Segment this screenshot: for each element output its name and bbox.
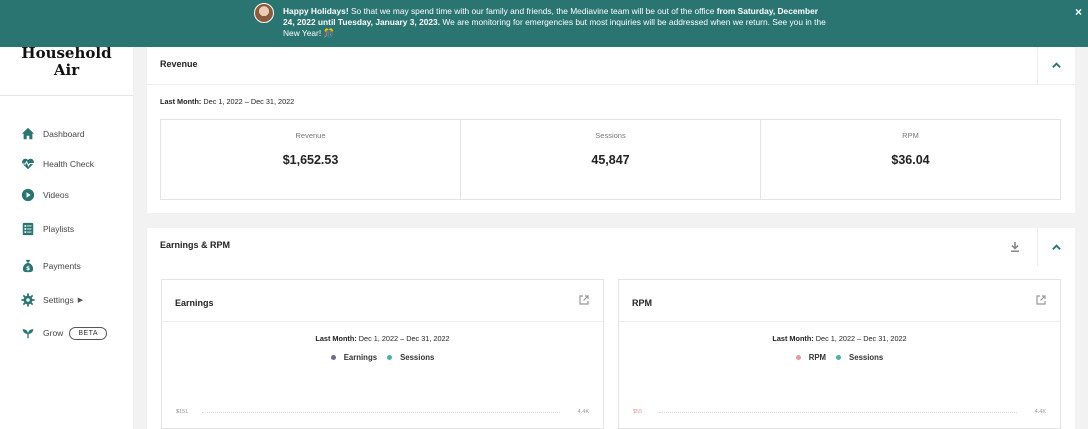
legend-dot	[795, 355, 801, 360]
sidebar-item-videos[interactable]: Videos	[20, 186, 69, 204]
close-banner-button[interactable]: ×	[1075, 5, 1082, 19]
last-month-label: Last Month:	[772, 334, 814, 343]
revenue-last-month: Last Month: Dec 1, 2022 – Dec 31, 2022	[160, 97, 294, 106]
banner-intro-bold: Happy Holidays!	[283, 6, 349, 16]
legend-item-sessions[interactable]: Sessions	[387, 353, 434, 362]
collapse-revenue-button[interactable]	[1037, 46, 1075, 84]
metric-revenue: Revenue $1,652.53	[161, 120, 460, 199]
last-month-range: Dec 1, 2022 – Dec 31, 2022	[201, 97, 295, 106]
metric-value: $36.04	[891, 153, 930, 167]
legend-label: RPM	[808, 353, 827, 362]
money-bag-icon: $	[20, 259, 35, 274]
legend-item-rpm[interactable]: RPM	[795, 353, 827, 362]
sidebar-item-label: Settings	[43, 295, 74, 305]
sidebar-item-dashboard[interactable]: Dashboard	[20, 125, 85, 143]
legend-label: Earnings	[343, 353, 378, 362]
sprout-icon	[20, 326, 35, 341]
rpm-panel: RPM Last Month: Dec 1, 2022 – Dec 31, 20…	[618, 279, 1061, 429]
gear-icon	[20, 293, 35, 308]
sidebar-item-label: Playlists	[43, 224, 75, 234]
sidebar-item-payments[interactable]: $ Payments	[20, 257, 81, 275]
metric-rpm: RPM $36.04	[760, 120, 1060, 199]
download-icon	[1011, 242, 1019, 252]
brand-logo[interactable]: Household Air	[0, 45, 133, 79]
sidebar-item-grow[interactable]: Grow BETA	[20, 324, 108, 342]
metric-value: $1,652.53	[282, 153, 339, 167]
panel-header-divider	[619, 321, 1060, 322]
earnings-panel-title: Earnings	[175, 298, 214, 308]
sidebar-divider	[0, 95, 133, 96]
holiday-banner: Happy Holidays! So that we may spend tim…	[0, 0, 1088, 47]
legend-label: Sessions	[400, 353, 435, 362]
banner-message: Happy Holidays! So that we may spend tim…	[283, 6, 828, 39]
chart-gridline	[202, 412, 560, 413]
heartbeat-icon	[20, 157, 35, 172]
sidebar-item-settings[interactable]: Settings ▶	[20, 291, 83, 309]
panel-header-divider	[162, 321, 603, 322]
axis-tick-right: 4.4K	[1034, 409, 1046, 415]
sidebar-item-label: Payments	[43, 261, 81, 271]
last-month-label: Last Month:	[315, 334, 357, 343]
brand-line-2: Air	[53, 61, 80, 79]
earnings-panel: Earnings Last Month: Dec 1, 2022 – Dec 3…	[161, 279, 604, 429]
collapse-earnings-rpm-button[interactable]	[1037, 228, 1075, 266]
download-button[interactable]	[1009, 240, 1021, 252]
caret-right-icon: ▶	[77, 297, 84, 304]
revenue-title: Revenue	[160, 59, 198, 69]
revenue-header-divider	[147, 84, 1075, 85]
rpm-legend: RPM Sessions	[619, 353, 1060, 362]
chart-gridline	[659, 412, 1017, 413]
sidebar: Household Air Dashboard Health Check Vid…	[0, 0, 133, 429]
home-icon	[20, 127, 35, 142]
earnings-legend: Earnings Sessions	[162, 353, 603, 362]
legend-dot	[836, 355, 842, 360]
sidebar-item-label: Health Check	[43, 159, 95, 169]
last-month-label: Last Month:	[160, 97, 202, 106]
revenue-metrics: Revenue $1,652.53 Sessions 45,847 RPM $3…	[160, 119, 1061, 200]
brand-line-1: Household	[21, 44, 112, 62]
last-month-range: Dec 1, 2022 – Dec 31, 2022	[813, 334, 907, 343]
sidebar-item-label: Videos	[43, 190, 69, 200]
metric-value: 45,847	[591, 153, 630, 167]
avatar	[254, 3, 274, 23]
metric-label: Sessions	[595, 131, 626, 140]
earnings-last-month: Last Month: Dec 1, 2022 – Dec 31, 2022	[162, 334, 603, 343]
metric-label: Revenue	[295, 131, 326, 140]
chevron-up-icon	[1052, 243, 1061, 250]
list-icon	[20, 222, 35, 237]
rpm-last-month: Last Month: Dec 1, 2022 – Dec 31, 2022	[619, 334, 1060, 343]
sidebar-item-label: Grow	[43, 328, 64, 338]
beta-badge: BETA	[69, 326, 108, 340]
metric-label: RPM	[902, 131, 919, 140]
metric-sessions: Sessions 45,847	[460, 120, 760, 199]
legend-label: Sessions	[849, 353, 884, 362]
banner-intro: So that we may spend time with our famil…	[348, 6, 717, 16]
legend-dot	[330, 355, 336, 360]
last-month-range: Dec 1, 2022 – Dec 31, 2022	[356, 334, 450, 343]
axis-tick-right: 4.4K	[577, 409, 589, 415]
legend-dot	[387, 355, 393, 360]
earnings-rpm-title: Earnings & RPM	[160, 240, 231, 250]
chevron-up-icon	[1052, 61, 1061, 68]
play-icon	[20, 188, 35, 203]
legend-item-sessions[interactable]: Sessions	[836, 353, 883, 362]
sidebar-item-playlists[interactable]: Playlists	[20, 220, 74, 238]
axis-tick-left: $151	[176, 409, 189, 415]
legend-item-earnings[interactable]: Earnings	[330, 353, 378, 362]
svg-text:$: $	[25, 265, 29, 272]
external-link-icon[interactable]	[578, 294, 590, 306]
axis-tick-left: $55	[633, 409, 643, 415]
sidebar-item-health-check[interactable]: Health Check	[20, 155, 94, 173]
external-link-icon[interactable]	[1035, 294, 1047, 306]
rpm-panel-title: RPM	[632, 298, 652, 308]
sidebar-item-label: Dashboard	[43, 129, 85, 139]
